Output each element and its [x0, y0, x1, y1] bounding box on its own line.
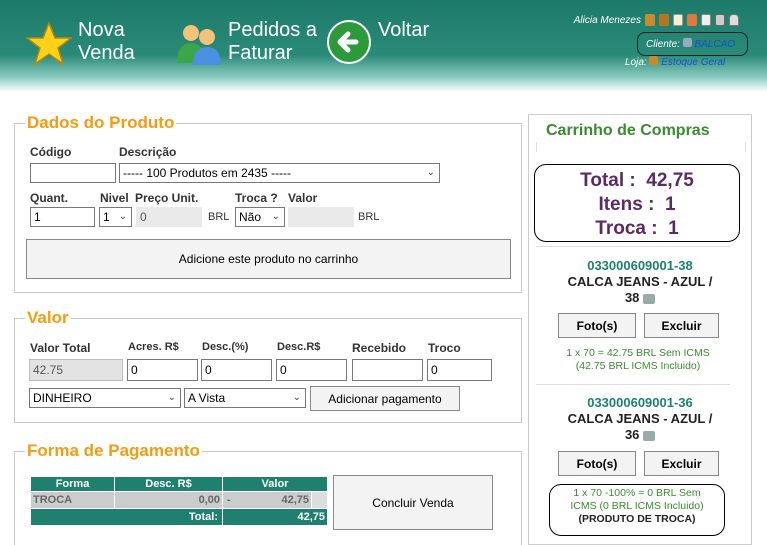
nivel-label: Nivel — [100, 191, 129, 205]
valor-total-input: 42.75 — [29, 359, 123, 381]
valor-total-label: Valor Total — [30, 341, 91, 355]
client-icon — [682, 38, 692, 47]
chevron-down-icon: ⌄ — [426, 167, 435, 178]
cart-separator — [536, 384, 730, 385]
loja-line: Loja: Estoque Geral — [625, 56, 726, 68]
descricao-label: Descrição — [119, 145, 177, 159]
document-icon[interactable] — [673, 14, 683, 26]
user-bar: Alicia Menezes — [574, 14, 739, 26]
pagamento-legend: Forma de Pagamento — [27, 441, 200, 460]
cart-item-name: CALCA JEANS - AZUL / 38 — [567, 274, 713, 305]
concluir-venda-button[interactable]: Concluir Venda — [333, 475, 493, 530]
desc-pct-label: Desc.(%) — [202, 341, 249, 353]
header-bar: Nova Venda Pedidos a Faturar Voltar Alicia… — [0, 0, 767, 92]
quant-label: Quant. — [30, 191, 68, 205]
row-forma: TROCA — [30, 491, 115, 509]
recebido-input[interactable] — [352, 359, 423, 381]
photo-icon — [643, 293, 656, 304]
cart-separator — [536, 246, 730, 247]
boxes-icon[interactable] — [659, 14, 669, 26]
add-payment-button[interactable]: Adicionar pagamento — [310, 386, 460, 411]
acres-label: Acres. R$ — [128, 341, 179, 353]
codigo-label: Código — [30, 145, 72, 159]
chevron-down-icon: ⌄ — [118, 211, 127, 222]
desc-rs-label: Desc.R$ — [277, 341, 321, 353]
column-header: Valor — [222, 476, 328, 492]
foto-button[interactable]: Foto(s) — [558, 313, 636, 338]
troca-select[interactable]: Não ⌄ — [235, 207, 285, 227]
currency-label: BRL — [208, 211, 230, 223]
chevron-down-icon: ⌄ — [292, 392, 301, 403]
add-product-button[interactable]: Adicione este produto no carrinho — [26, 239, 511, 279]
calculator-icon[interactable] — [715, 14, 725, 26]
store-icon — [649, 56, 659, 65]
pedidos-faturar-label: Pedidos a Faturar — [228, 19, 317, 64]
cart-item-info-highlight: 1 x 70 -100% = 0 BRL Sem ICMS (0 BRL ICMS… — [549, 484, 725, 536]
voltar-label: Voltar — [378, 19, 430, 41]
column-header: Desc. R$ — [114, 476, 223, 492]
pedidos-faturar-nav[interactable]: Pedidos a Faturar — [174, 19, 317, 65]
chevron-down-icon: ⌄ — [167, 392, 176, 403]
payment-table: Forma Desc. R$ Valor TROCA 0,00 -42,75 T… — [30, 476, 328, 526]
prazo-select[interactable]: A Vista ⌄ — [184, 388, 306, 408]
acres-input[interactable] — [127, 359, 198, 381]
column-header: Forma — [30, 476, 115, 492]
photo-icon — [643, 430, 656, 441]
report-icon[interactable] — [687, 14, 697, 26]
forma-select[interactable]: DINHEIRO ⌄ — [29, 388, 181, 408]
excluir-button[interactable]: Excluir — [644, 451, 719, 476]
cart-title: Carrinho de Compras — [546, 122, 710, 139]
loja-link[interactable]: Estoque Geral — [661, 57, 725, 68]
row-value: -42,75 — [222, 491, 312, 509]
quant-input[interactable] — [30, 207, 95, 227]
cart-divider — [536, 142, 746, 152]
cart-item-code: 033000609001-38 — [587, 258, 693, 273]
preco-label: Preço Unit. — [135, 191, 199, 205]
client-link[interactable]: BALCAO — [694, 39, 735, 50]
total-value: 42,75 — [222, 508, 328, 526]
valor-label: Valor — [288, 191, 318, 205]
codigo-input[interactable] — [30, 163, 116, 183]
list-icon[interactable] — [701, 14, 711, 26]
lock-icon[interactable] — [729, 14, 739, 26]
troco-input[interactable] — [427, 359, 492, 381]
table-row[interactable]: TROCA 0,00 -42,75 — [30, 491, 328, 509]
table-header-row: Forma Desc. R$ Valor — [30, 476, 328, 492]
cart-item-name: CALCA JEANS - AZUL / 36 — [567, 411, 713, 442]
voltar-nav[interactable]: Voltar — [326, 19, 429, 65]
nova-venda-nav[interactable]: Nova Venda — [26, 19, 135, 67]
troco-label: Troco — [428, 341, 461, 355]
recebido-label: Recebido — [352, 341, 407, 355]
client-box: Cliente: BALCAO — [637, 32, 748, 56]
valor-legend: Valor — [27, 308, 69, 327]
troca-label: Troca ? — [235, 191, 278, 205]
user-name: Alicia Menezes — [573, 14, 641, 26]
box-icon[interactable] — [645, 14, 655, 26]
nivel-select[interactable]: 1 ⌄ — [99, 207, 132, 227]
cart-itens-line: Itens : 1 — [598, 194, 676, 215]
users-icon — [177, 25, 221, 65]
back-arrow-icon — [327, 20, 371, 64]
desc-pct-input[interactable] — [201, 359, 272, 381]
cart-summary-box: Total : 42,75 Itens : 1 Troca : 1 — [534, 164, 740, 242]
excluir-button[interactable]: Excluir — [644, 313, 719, 338]
cart-item-code: 033000609001-36 — [587, 395, 693, 410]
table-total-row: Total: 42,75 — [30, 508, 328, 526]
row-spacer — [311, 491, 328, 509]
foto-button[interactable]: Foto(s) — [558, 451, 636, 476]
currency-label-2: BRL — [358, 211, 380, 223]
star-icon — [26, 21, 72, 66]
total-label: Total: — [30, 508, 223, 526]
cart-troca-line: Troca : 1 — [595, 218, 679, 239]
produto-legend: Dados do Produto — [27, 113, 175, 132]
cart-item-info: 1 x 70 = 42.75 BRL Sem ICMS (42.75 BRL IC… — [566, 347, 710, 372]
descricao-select[interactable]: ----- 100 Produtos em 2435 ----- ⌄ — [119, 163, 440, 183]
desc-rs-input[interactable] — [276, 359, 347, 381]
preco-input: 0 — [136, 207, 202, 227]
nova-venda-label: Nova Venda — [78, 19, 135, 64]
chevron-down-icon: ⌄ — [271, 211, 280, 222]
valor-input — [288, 207, 354, 227]
cart-total-line: Total : 42,75 — [580, 170, 694, 191]
row-desc: 0,00 — [114, 491, 223, 509]
